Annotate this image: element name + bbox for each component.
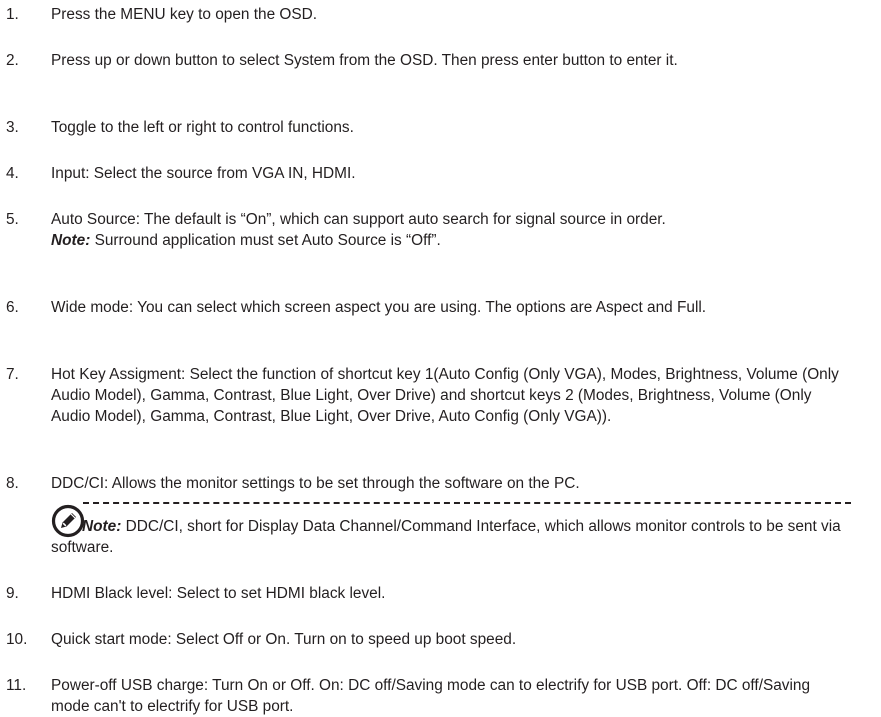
note-text: DDC/CI, short for Display Data Channel/C…: [51, 518, 841, 556]
item-number: 9.: [6, 585, 19, 602]
item-text: Toggle to the left or right to control f…: [51, 119, 354, 136]
item-number: 7.: [6, 366, 19, 383]
item-text: DDC/CI: Allows the monitor settings to b…: [51, 475, 580, 492]
item-number: 5.: [6, 211, 19, 228]
callout-body: Note: DDC/CI, short for Display Data Cha…: [51, 516, 851, 558]
item-number: 8.: [6, 475, 19, 492]
note-callout: Note: DDC/CI, short for Display Data Cha…: [0, 501, 881, 561]
note-label: Note:: [51, 232, 91, 249]
item-number: 10.: [6, 631, 28, 648]
item-text: Auto Source: The default is “On”, which …: [51, 211, 666, 228]
note-label: Note:: [82, 518, 122, 535]
item-text: HDMI Black level: Select to set HDMI bla…: [51, 585, 386, 602]
item-text: Press the MENU key to open the OSD.: [51, 6, 318, 23]
item-text: Hot Key Assigment: Select the function o…: [51, 366, 839, 425]
item-text: Press up or down button to select System…: [51, 52, 678, 69]
item-number: 6.: [6, 299, 19, 316]
item-number: 4.: [6, 165, 19, 182]
item-note: Note: Surround application must set Auto…: [51, 230, 851, 251]
callout-divider: [83, 502, 851, 504]
item-number: 1.: [6, 6, 19, 23]
item-number: 3.: [6, 119, 19, 136]
item-number: 2.: [6, 52, 19, 69]
item-text: Wide mode: You can select which screen a…: [51, 299, 707, 316]
note-text: Surround application must set Auto Sourc…: [90, 232, 441, 249]
item-text: Input: Select the source from VGA IN, HD…: [51, 165, 356, 182]
item-text: Quick start mode: Select Off or On. Turn…: [51, 631, 517, 648]
item-body: Auto Source: The default is “On”, which …: [51, 209, 851, 251]
item-text: Power-off USB charge: Turn On or Off. On…: [51, 677, 811, 715]
item-number: 11.: [6, 677, 27, 694]
